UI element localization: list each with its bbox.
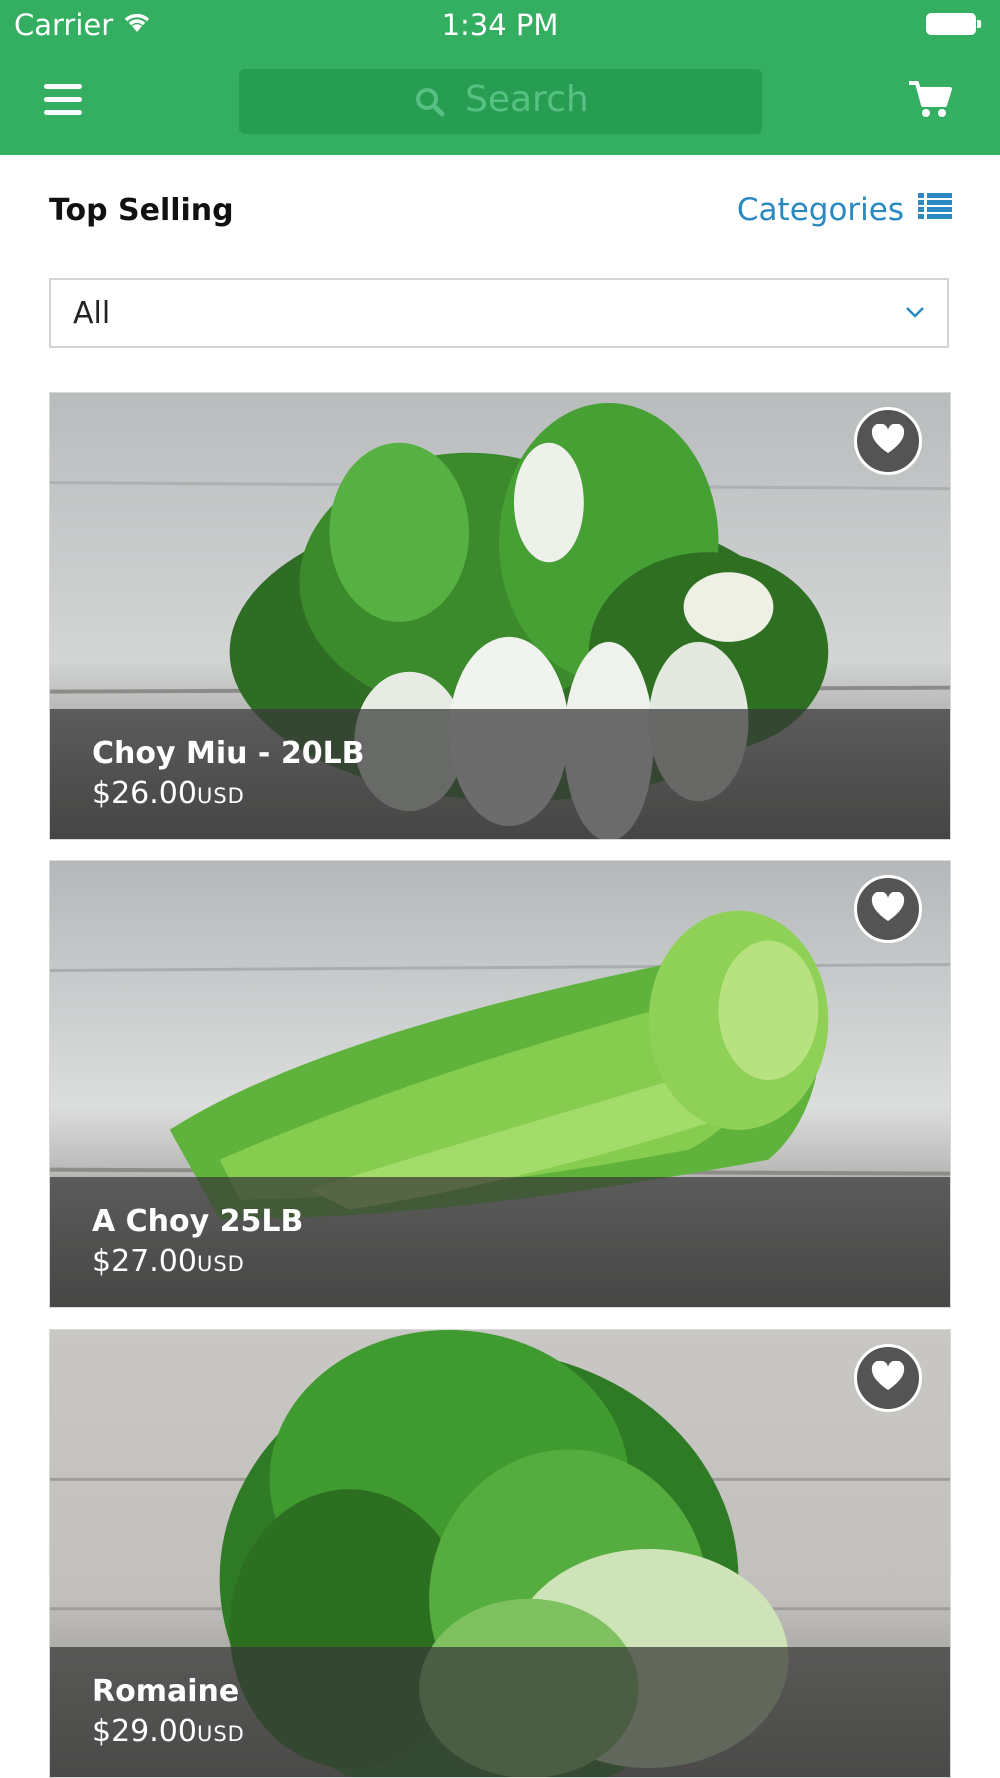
section-title: Top Selling	[49, 193, 234, 228]
product-card[interactable]: Romaine $29.00USD	[49, 1329, 951, 1778]
price-currency: USD	[196, 1722, 245, 1746]
heart-icon	[871, 891, 905, 926]
price-currency: USD	[196, 1252, 245, 1276]
favorite-button[interactable]	[854, 875, 922, 943]
product-info-overlay	[50, 709, 950, 839]
favorite-button[interactable]	[854, 407, 922, 475]
cart-button[interactable]	[907, 79, 953, 123]
product-card[interactable]: A Choy 25LB $27.00USD	[49, 860, 951, 1308]
price-amount: $26.00	[92, 776, 197, 811]
product-name: Romaine	[92, 1674, 240, 1709]
search-bar[interactable]: Search	[239, 69, 762, 134]
status-time: 1:34 PM	[441, 8, 559, 42]
categories-label: Categories	[736, 192, 904, 228]
product-price: $26.00USD	[92, 776, 245, 811]
price-currency: USD	[196, 784, 245, 808]
price-amount: $29.00	[92, 1714, 197, 1749]
favorite-button[interactable]	[854, 1344, 922, 1412]
category-filter-dropdown[interactable]: All	[49, 278, 949, 348]
chevron-down-icon	[905, 304, 925, 323]
filter-selected-value: All	[73, 296, 111, 331]
search-input[interactable]: Search	[465, 79, 589, 120]
search-icon	[415, 87, 445, 121]
cart-icon	[907, 81, 953, 123]
heart-icon	[871, 423, 905, 458]
product-price: $29.00USD	[92, 1714, 245, 1749]
price-amount: $27.00	[92, 1244, 197, 1279]
battery-icon	[926, 13, 981, 35]
heart-icon	[871, 1360, 905, 1395]
status-bar: Carrier 1:34 PM	[0, 0, 1000, 50]
product-info-overlay	[50, 1647, 950, 1777]
list-icon	[918, 192, 952, 228]
product-name: A Choy 25LB	[92, 1204, 304, 1239]
product-price: $27.00USD	[92, 1244, 245, 1279]
categories-link[interactable]: Categories	[737, 192, 952, 228]
product-name: Choy Miu - 20LB	[92, 736, 365, 771]
product-info-overlay	[50, 1177, 950, 1307]
app-header: Carrier 1:34 PM Search	[0, 0, 1000, 155]
product-card[interactable]: Choy Miu - 20LB $26.00USD	[49, 392, 951, 840]
menu-button[interactable]	[44, 84, 84, 116]
